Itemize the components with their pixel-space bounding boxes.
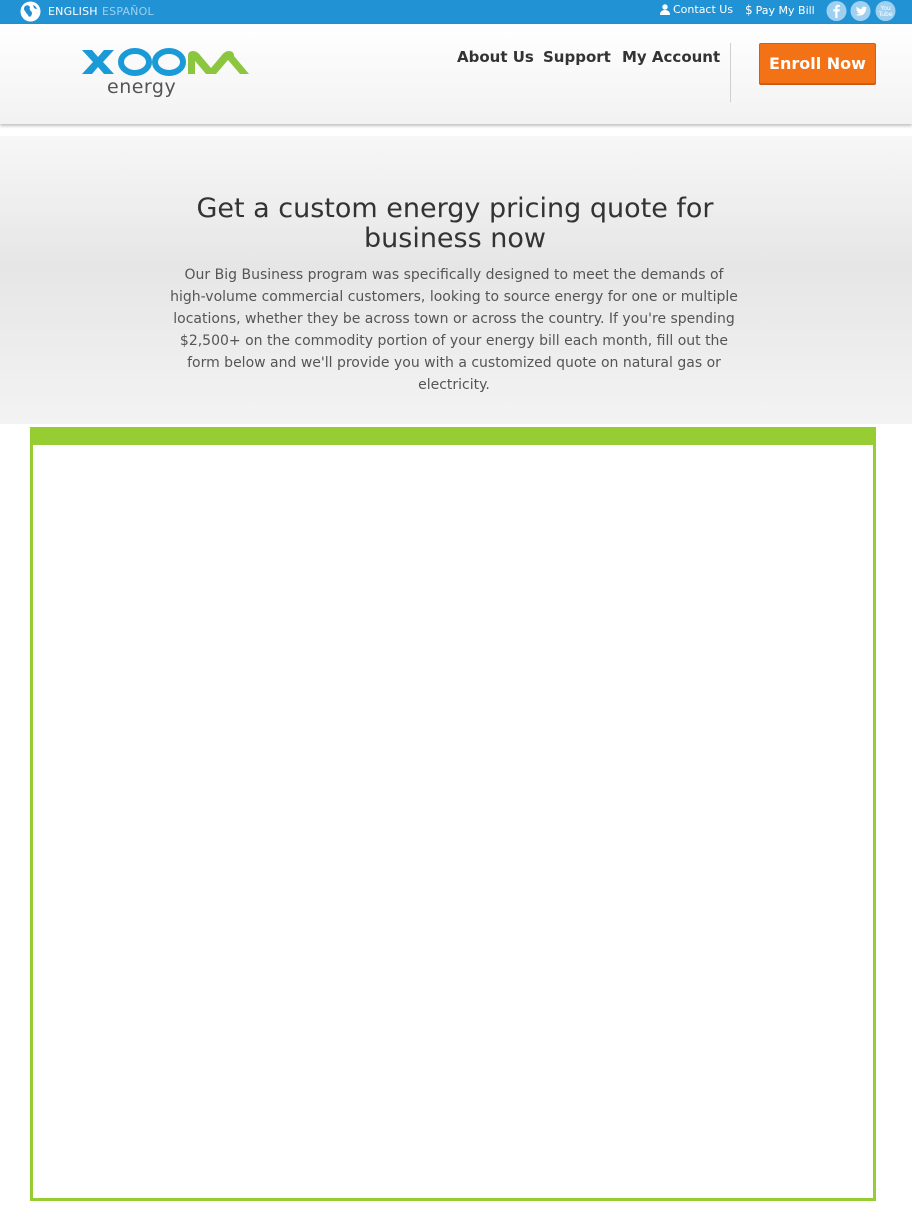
contact-us-label: Contact Us [673,3,734,16]
site-header: energy About Us Support My Account Enrol… [0,24,912,124]
header-divider [730,43,731,102]
hero-description: Our Big Business program was specificall… [170,267,738,393]
nav-support[interactable]: Support [543,48,611,66]
user-icon [660,4,670,15]
dollar-icon: $ [745,3,753,17]
logo-subtext: energy [107,76,177,98]
quote-form-frame[interactable] [30,427,876,1201]
pay-my-bill-link[interactable]: $ Pay My Bill [745,3,815,17]
contact-us-link[interactable]: Contact Us [660,3,733,16]
enroll-now-button[interactable]: Enroll Now [759,43,876,84]
facebook-icon[interactable] [826,0,847,21]
pay-my-bill-label: Pay My Bill [755,3,815,17]
top-utility-bar: ENGLISH ESPAÑOL Contact Us $ Pay My Bill… [0,0,912,24]
nav-my-account[interactable]: My Account [622,48,720,66]
svg-text:Tube: Tube [877,11,892,18]
globe-icon [20,1,41,22]
hero-section: Get a custom energy pricing quote for bu… [0,136,912,424]
page-title: Get a custom energy pricing quote for bu… [196,193,714,254]
nav-about-us[interactable]: About Us [457,48,534,66]
language-espanol-link[interactable]: ESPAÑOL [102,5,154,18]
twitter-icon[interactable] [850,0,871,21]
youtube-icon[interactable]: You Tube [875,0,896,21]
language-english-link[interactable]: ENGLISH [48,5,98,18]
